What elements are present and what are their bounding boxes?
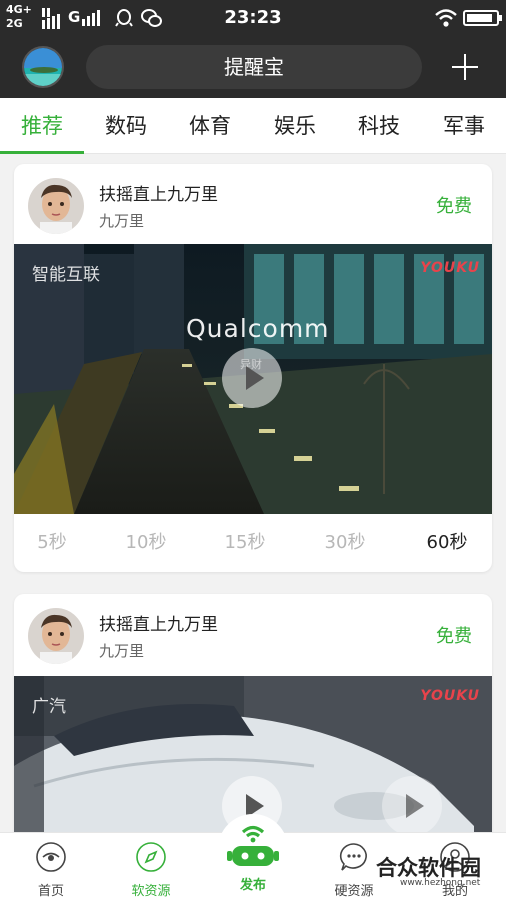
wifi-icon xyxy=(435,9,457,27)
tab-digital[interactable]: 数码 xyxy=(86,98,166,154)
video-thumbnail[interactable]: 智能互联 YOUKU Qualcomm 异财 xyxy=(14,244,492,514)
watermark-url: www.hezhong.net xyxy=(400,878,481,888)
free-badge: 免费 xyxy=(436,196,472,217)
card-author: 九万里 xyxy=(99,212,145,230)
category-tabs: 推荐 数码 体育 娱乐 科技 军事 xyxy=(0,98,506,154)
compass-icon xyxy=(136,842,166,872)
duration-option[interactable]: 10秒 xyxy=(106,514,186,572)
video-card[interactable]: 扶摇直上九万里 九万里 免费 智能互联 YOUKU Qualcomm 5秒 10… xyxy=(14,164,492,572)
app-title[interactable]: 提醒宝 xyxy=(86,45,422,89)
status-bar: 4G+ 2G G 23:23 xyxy=(0,0,506,36)
nav-home[interactable]: 首页 xyxy=(11,841,91,899)
user-avatar[interactable] xyxy=(22,46,64,88)
author-avatar[interactable] xyxy=(28,178,84,234)
video-card[interactable]: 扶摇直上九万里 九万里 免费 广汽 YOUKU xyxy=(14,594,492,844)
video-category-tag: 智能互联 xyxy=(32,265,100,285)
duration-option[interactable]: 15秒 xyxy=(205,514,285,572)
eye-icon xyxy=(36,842,66,872)
chat-bubble-icon xyxy=(339,843,367,871)
nav-home-label: 首页 xyxy=(37,884,64,899)
tab-entertainment[interactable]: 娱乐 xyxy=(255,98,335,154)
card-title[interactable]: 扶摇直上九万里 xyxy=(99,610,218,635)
tab-military[interactable]: 军事 xyxy=(424,98,504,154)
free-badge: 免费 xyxy=(436,626,472,647)
plus-icon[interactable] xyxy=(448,50,482,84)
clock: 23:23 xyxy=(224,7,282,28)
card-author: 九万里 xyxy=(99,642,145,660)
card-title[interactable]: 扶摇直上九万里 xyxy=(99,180,218,205)
author-avatar[interactable] xyxy=(28,608,84,664)
video-category-tag: 广汽 xyxy=(32,697,66,717)
play-icon[interactable] xyxy=(222,348,282,408)
avatar-image xyxy=(28,178,84,234)
avatar-image xyxy=(28,608,84,664)
nav-publish-label[interactable]: 发布 xyxy=(218,874,288,893)
youku-logo: YOUKU xyxy=(420,688,480,704)
tab-tech[interactable]: 科技 xyxy=(339,98,419,154)
video-brand-text: Qualcomm xyxy=(186,314,330,343)
robot-wifi-icon[interactable] xyxy=(226,820,280,870)
app-header: 提醒宝 xyxy=(0,36,506,98)
tab-recommended[interactable]: 推荐 xyxy=(2,98,82,154)
duration-option[interactable]: 30秒 xyxy=(305,514,385,572)
nav-hard-resources-label: 硬资源 xyxy=(334,884,374,899)
duration-selector: 5秒 10秒 15秒 30秒 60秒 xyxy=(14,514,492,572)
play-icon-secondary[interactable] xyxy=(382,776,442,836)
duration-option[interactable]: 5秒 xyxy=(14,514,92,572)
youku-logo: YOUKU xyxy=(420,260,480,276)
nav-soft-resources[interactable]: 软资源 xyxy=(111,841,191,899)
avatar-image xyxy=(24,48,62,86)
nav-soft-resources-label: 软资源 xyxy=(131,884,171,899)
tab-sports[interactable]: 体育 xyxy=(170,98,250,154)
battery-level xyxy=(467,14,492,22)
battery-icon xyxy=(463,10,502,26)
active-tab-indicator xyxy=(0,151,84,154)
duration-option-selected[interactable]: 60秒 xyxy=(407,514,487,572)
